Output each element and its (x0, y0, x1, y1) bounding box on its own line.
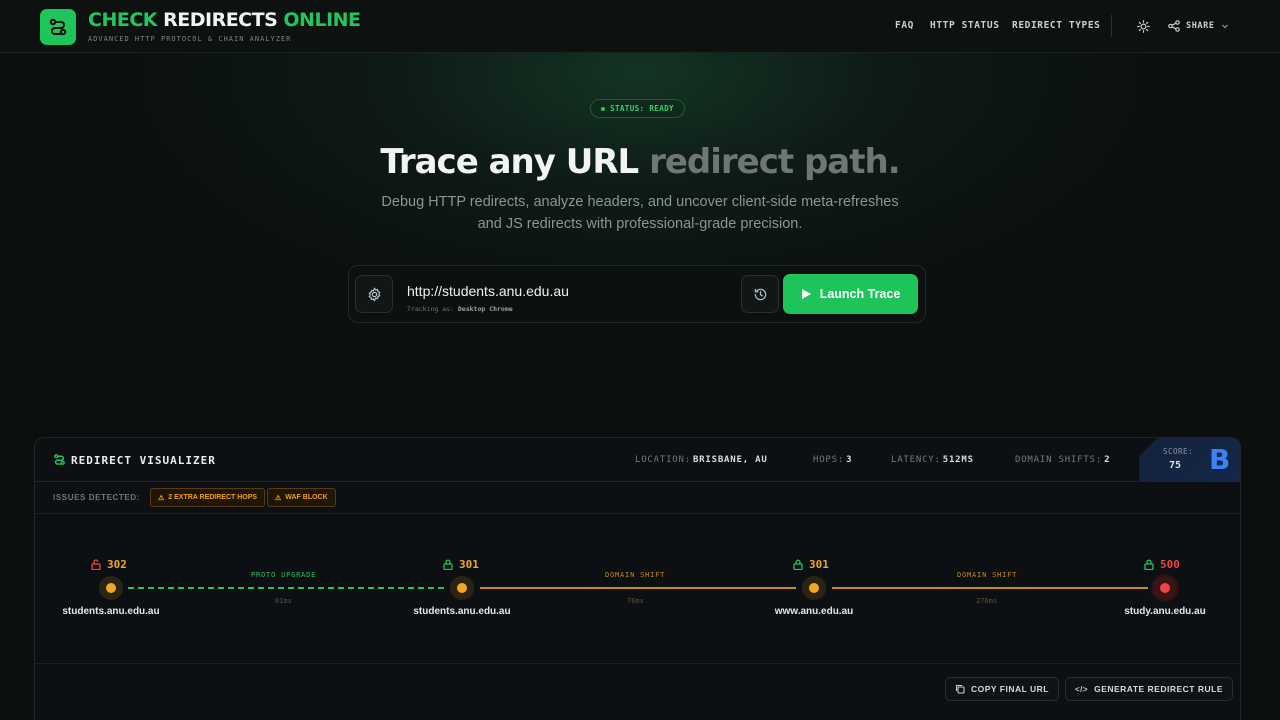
chain-node-3[interactable] (802, 576, 826, 600)
lock-icon (793, 559, 803, 570)
tracking-hint-label: Tracking as: (407, 305, 454, 313)
chain-edge-2 (480, 587, 796, 589)
node-status-3: 301 (793, 558, 829, 571)
stat-location-value: BRISBANE, AU (692, 455, 768, 465)
unlocked-icon (91, 559, 101, 570)
nav-divider (1111, 15, 1112, 37)
top-bar: CHECK REDIRECTS ONLINE ADVANCED HTTP PRO… (0, 0, 1280, 53)
node-host-4: study.anu.edu.au (1124, 606, 1206, 617)
chain-edge-3 (832, 587, 1148, 589)
score-label: SCORE: (1163, 447, 1194, 456)
node-status-4: 500 (1144, 558, 1180, 571)
warning-icon: ⚠ (158, 494, 165, 502)
page-title: Trace any URL redirect path. (0, 142, 1280, 182)
launch-trace-label: Launch Trace (819, 287, 901, 301)
issues-label: ISSUES DETECTED: (53, 493, 140, 502)
node-status-1: 302 (91, 558, 127, 571)
score-card: SCORE: 75 B (1139, 438, 1240, 482)
chain-node-1[interactable] (99, 576, 123, 600)
warning-icon: ⚠ (275, 494, 282, 502)
lock-icon (1144, 559, 1154, 570)
lock-icon (443, 559, 453, 570)
title-main: Trace any URL (380, 142, 639, 182)
stat-location: LOCATION: BRISBANE, AU (635, 455, 768, 465)
share-button[interactable]: SHARE (1168, 18, 1229, 34)
copy-final-url-label: COPY FINAL URL (971, 684, 1049, 694)
node-status-code: 301 (459, 558, 479, 571)
node-status-2: 301 (443, 558, 479, 571)
tracking-agent: Desktop Chrome (457, 305, 513, 313)
history-button[interactable] (741, 275, 779, 313)
stat-hops: HOPS: 3 (813, 455, 852, 465)
trace-form: http://students.anu.edu.au Tracking as: … (348, 265, 926, 323)
issues-row: ISSUES DETECTED: ⚠ 2 EXTRA REDIRECT HOPS… (35, 482, 1240, 514)
nav-http-status[interactable]: HTTP STATUS (930, 20, 1000, 31)
brand-part-1: CHECK (88, 9, 158, 31)
stat-domain-shifts-value: 2 (1104, 455, 1111, 465)
nav-redirect-types[interactable]: REDIRECT TYPES (1012, 20, 1100, 31)
gear-icon (368, 286, 380, 302)
copy-final-url-button[interactable]: COPY FINAL URL (945, 677, 1059, 701)
brand-name[interactable]: CHECK REDIRECTS ONLINE (88, 9, 361, 31)
tagline: ADVANCED HTTP PROTOCOL & CHAIN ANALYZER (88, 35, 292, 43)
play-icon (801, 289, 811, 299)
stat-hops-label: HOPS: (813, 455, 845, 465)
issue-badge-extra-hops[interactable]: ⚠ 2 EXTRA REDIRECT HOPS (150, 488, 266, 507)
code-icon: </> (1075, 684, 1089, 694)
brand-part-2: REDIRECTS (163, 9, 278, 31)
issue-badge-label: WAF BLOCK (285, 494, 328, 501)
theme-toggle-icon[interactable] (1135, 18, 1151, 34)
logo-icon[interactable] (40, 9, 76, 45)
chevron-down-icon (1221, 24, 1228, 29)
stat-location-label: LOCATION: (635, 455, 691, 465)
stat-domain-shifts-label: DOMAIN SHIFTS: (1015, 455, 1103, 465)
chain-node-2[interactable] (450, 576, 474, 600)
chain-node-4[interactable] (1153, 576, 1177, 600)
redirect-visualizer-panel: REDIRECT VISUALIZER LOCATION: BRISBANE, A… (34, 437, 1241, 720)
node-host-1: students.anu.edu.au (62, 606, 160, 617)
edge-label-3: DOMAIN SHIFT (957, 571, 1018, 579)
score-grade: B (1209, 443, 1231, 476)
page-subtitle: Debug HTTP redirects, analyze headers, a… (381, 194, 899, 232)
copy-icon (955, 684, 965, 694)
edge-latency-2: 76ms (627, 597, 644, 605)
stat-domain-shifts: DOMAIN SHIFTS: 2 (1015, 455, 1110, 465)
launch-trace-button[interactable]: Launch Trace (783, 274, 918, 314)
issue-badge-label: 2 EXTRA REDIRECT HOPS (168, 494, 258, 501)
brand-part-3: ONLINE (283, 9, 361, 31)
edge-label-2: DOMAIN SHIFT (605, 571, 666, 579)
score-value: 75 (1169, 460, 1182, 471)
tracking-hint: Tracking as: Desktop Chrome (407, 305, 513, 313)
route-icon (54, 454, 65, 465)
issue-badge-waf-block[interactable]: ⚠ WAF BLOCK (267, 488, 336, 507)
url-input[interactable]: http://students.anu.edu.au (407, 283, 569, 299)
node-host-3: www.anu.edu.au (774, 606, 854, 617)
generate-redirect-rule-button[interactable]: </> GENERATE REDIRECT RULE (1065, 677, 1233, 701)
share-icon (1168, 20, 1180, 32)
generate-redirect-rule-label: GENERATE REDIRECT RULE (1094, 684, 1223, 694)
status-text: STATUS: READY (610, 104, 674, 113)
stat-latency-value: 512MS (942, 455, 974, 465)
stat-hops-value: 3 (846, 455, 853, 465)
node-status-code: 302 (107, 558, 127, 571)
node-host-2: students.anu.edu.au (413, 606, 511, 617)
chain-edge-1 (128, 587, 444, 589)
edge-latency-3: 276ms (976, 597, 998, 605)
panel-header: REDIRECT VISUALIZER LOCATION: BRISBANE, A… (35, 438, 1240, 482)
stat-latency-label: LATENCY: (891, 455, 941, 465)
panel-title: REDIRECT VISUALIZER (71, 454, 216, 467)
settings-button[interactable] (355, 275, 393, 313)
nav-faq[interactable]: FAQ (895, 20, 914, 31)
node-status-code: 301 (809, 558, 829, 571)
history-icon (754, 288, 766, 300)
status-dot-icon (601, 106, 606, 111)
status-badge: STATUS: READY (590, 99, 685, 118)
redirect-chain: PROTO UPGRADE 81ms DOMAIN SHIFT 76ms DOM… (35, 514, 1240, 664)
title-accent: redirect path. (649, 142, 901, 182)
stat-latency: LATENCY: 512MS (891, 455, 974, 465)
edge-label-1: PROTO UPGRADE (251, 571, 317, 579)
share-label: SHARE (1186, 21, 1215, 31)
node-status-code: 500 (1160, 558, 1180, 571)
edge-latency-1: 81ms (275, 597, 292, 605)
